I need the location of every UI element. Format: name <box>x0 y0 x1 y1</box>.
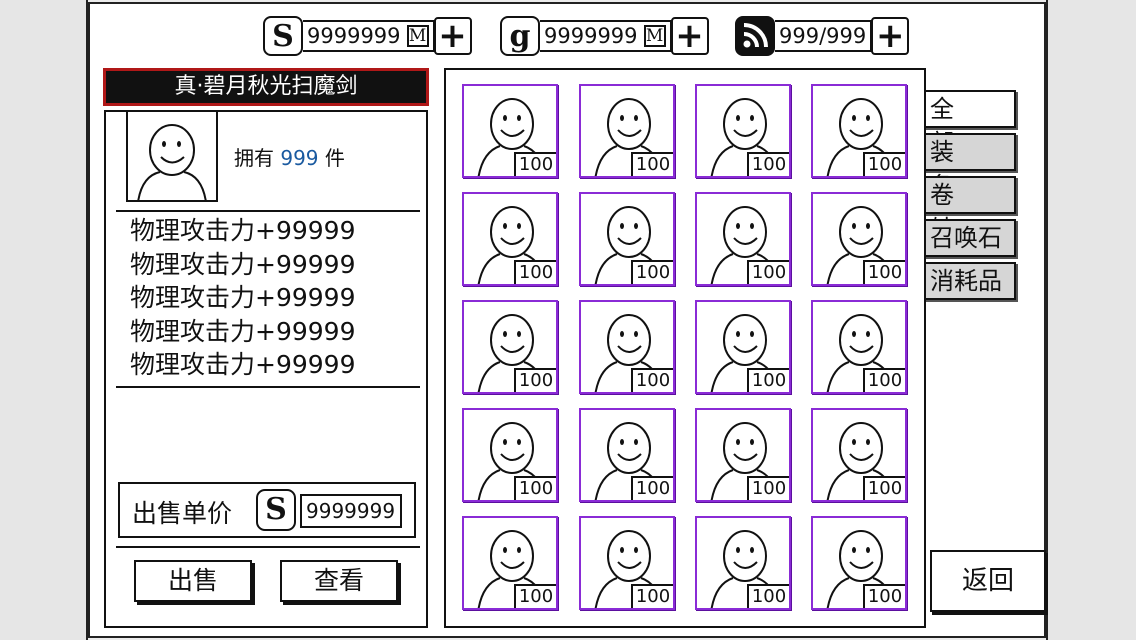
inventory-slot[interactable]: 100 <box>811 300 907 394</box>
item-name-bar: 真·碧月秋光扫魔剑 <box>103 68 429 106</box>
item-portrait <box>126 112 218 202</box>
sell-price-box: 出售单价 S 9999999 <box>118 482 416 538</box>
stat-line: 物理攻击力+99999 <box>130 216 356 245</box>
inventory-slot[interactable]: 100 <box>695 192 791 286</box>
gold-value: 9999999 <box>544 24 638 48</box>
view-button[interactable]: 查看 <box>280 560 398 602</box>
owned-number: 999 <box>280 146 319 170</box>
silver-coin-icon: S <box>263 16 303 56</box>
add-stamina-button[interactable]: + <box>871 17 910 55</box>
gold-coin-icon: g <box>500 16 540 56</box>
inventory-slot[interactable]: 100 <box>579 300 675 394</box>
sell-button[interactable]: 出售 <box>134 560 252 602</box>
currency-stamina: 999/999 + <box>735 14 910 58</box>
back-button[interactable]: 返回 <box>930 550 1046 612</box>
stat-list: 物理攻击力+99999 物理攻击力+99999 物理攻击力+99999 物理攻击… <box>130 214 355 382</box>
inventory-slot[interactable]: 100 <box>811 192 907 286</box>
silver-amount: 9999999 M <box>303 20 435 52</box>
stamina-amount: 999/999 <box>775 20 873 52</box>
item-count-badge: 100 <box>514 260 556 284</box>
item-count-badge: 100 <box>747 368 789 392</box>
inventory-slot[interactable]: 100 <box>811 408 907 502</box>
stat-line: 物理攻击力+99999 <box>130 316 356 346</box>
item-count-badge: 100 <box>863 152 905 176</box>
item-detail-panel: 拥有 999 件 物理攻击力+99999 物理攻击力+99999 物理攻击力+9… <box>104 110 428 628</box>
item-count-badge: 100 <box>514 368 556 392</box>
inventory-slot[interactable]: 100 <box>695 516 791 610</box>
sell-price-label: 出售单价 <box>132 499 233 528</box>
silver-coin-icon: S <box>256 489 296 531</box>
inventory-slot[interactable]: 100 <box>695 300 791 394</box>
inventory-slot[interactable]: 100 <box>695 84 791 178</box>
add-silver-button[interactable]: + <box>433 17 472 55</box>
right-margin-panel <box>1046 0 1136 640</box>
inventory-slot[interactable]: 100 <box>811 516 907 610</box>
item-count-badge: 100 <box>863 584 905 608</box>
stamina-value: 999/999 <box>779 24 867 48</box>
item-count-badge: 100 <box>631 368 673 392</box>
inventory-slot[interactable]: 100 <box>579 408 675 502</box>
item-count-badge: 100 <box>747 584 789 608</box>
stat-line: 物理攻击力+99999 <box>130 249 356 279</box>
item-count-badge: 100 <box>747 476 789 500</box>
item-count-badge: 100 <box>747 152 789 176</box>
divider <box>116 210 420 212</box>
currency-silver: S 9999999 M + <box>263 14 472 58</box>
item-count-badge: 100 <box>631 152 673 176</box>
inventory-slot[interactable]: 100 <box>811 84 907 178</box>
left-margin-panel <box>0 0 88 640</box>
inventory-slot[interactable]: 100 <box>462 192 558 286</box>
stat-line: 物理攻击力+99999 <box>130 350 356 379</box>
add-gold-button[interactable]: + <box>670 17 709 55</box>
inventory-slot[interactable]: 100 <box>579 192 675 286</box>
tab-scrolls[interactable]: 卷 轴 <box>924 176 1016 243</box>
inventory-slot[interactable]: 100 <box>579 516 675 610</box>
tab-equipment[interactable]: 装 备 <box>924 133 1016 200</box>
item-count-badge: 100 <box>631 584 673 608</box>
item-count-badge: 100 <box>863 260 905 284</box>
tab-consumables[interactable]: 消耗品 <box>924 262 1016 300</box>
owned-suffix: 件 <box>324 146 345 170</box>
tab-all[interactable]: 全 部 <box>924 90 1016 157</box>
inventory-slot[interactable]: 100 <box>462 408 558 502</box>
item-count-badge: 100 <box>863 476 905 500</box>
item-count-badge: 100 <box>514 584 556 608</box>
silver-value: 9999999 <box>307 24 401 48</box>
owned-count: 拥有 999 件 <box>234 142 345 171</box>
item-count-badge: 100 <box>863 368 905 392</box>
stamina-icon <box>735 16 775 56</box>
owned-prefix: 拥有 <box>234 146 274 170</box>
divider <box>116 546 420 548</box>
sell-price-input[interactable]: 9999999 <box>300 494 402 528</box>
inventory-slot[interactable]: 100 <box>462 300 558 394</box>
gold-unit-badge: M <box>643 25 666 47</box>
divider <box>116 386 420 388</box>
inventory-slot[interactable]: 100 <box>579 84 675 178</box>
currency-gold: g 9999999 M + <box>500 14 709 58</box>
inventory-slot[interactable]: 100 <box>462 516 558 610</box>
smiley-avatar-icon <box>137 124 207 200</box>
tab-summon-stones[interactable]: 召唤石 <box>924 219 1016 257</box>
silver-unit-badge: M <box>406 25 429 47</box>
item-count-badge: 100 <box>631 260 673 284</box>
item-count-badge: 100 <box>514 476 556 500</box>
item-count-badge: 100 <box>747 260 789 284</box>
inventory-slot[interactable]: 100 <box>462 84 558 178</box>
item-count-badge: 100 <box>631 476 673 500</box>
inventory-slot[interactable]: 100 <box>695 408 791 502</box>
stat-line: 物理攻击力+99999 <box>130 283 356 312</box>
gold-amount: 9999999 M <box>540 20 672 52</box>
item-count-badge: 100 <box>514 152 556 176</box>
